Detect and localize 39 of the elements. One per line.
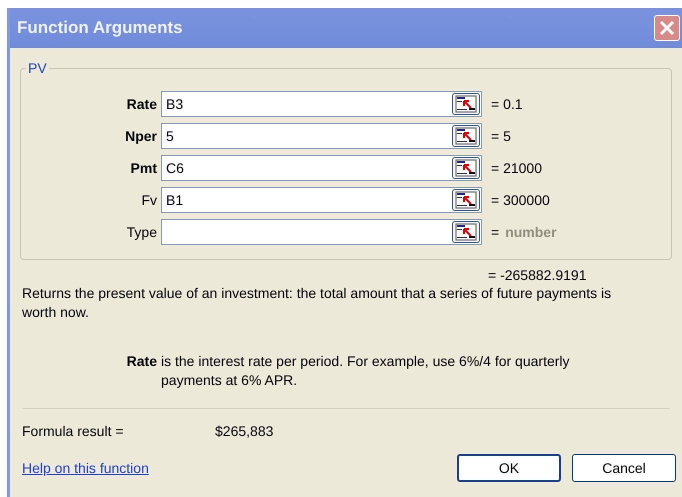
equals-sign: = (491, 222, 500, 242)
function-result: = -265882.9191 (488, 267, 588, 284)
argument-label: Pmt (130, 158, 158, 178)
argument-label: Type (126, 222, 158, 242)
window-title: Function Arguments (17, 17, 183, 40)
argument-field[interactable]: B1 (161, 187, 482, 213)
collapse-dialog-icon (455, 191, 477, 209)
dialog-button[interactable]: OK (457, 454, 561, 482)
help-link[interactable]: Help on this function (22, 458, 457, 478)
argument-field[interactable]: 5 (161, 123, 482, 149)
argument-result: = 5 (491, 126, 511, 146)
collapse-dialog-button[interactable] (452, 157, 480, 179)
argument-result: = 300000 (491, 190, 550, 210)
group-label: PV (26, 60, 49, 76)
argument-field[interactable]: C6 (161, 155, 482, 181)
collapse-dialog-icon (455, 159, 477, 177)
collapse-dialog-button[interactable] (452, 125, 480, 147)
formula-result-value: $265,883 (215, 422, 274, 440)
collapse-dialog-icon (455, 223, 477, 241)
formula-result-label: Formula result = (22, 422, 125, 440)
collapse-dialog-button[interactable] (452, 93, 480, 115)
close-button[interactable] (654, 15, 680, 41)
argument-field[interactable]: B3 (161, 91, 482, 117)
argument-field[interactable] (161, 219, 482, 245)
argument-label: Nper (124, 126, 158, 146)
collapse-dialog-icon (455, 127, 477, 145)
argument-result: = 0.1 (491, 94, 523, 114)
argument-result: number (505, 222, 557, 242)
argument-label: Fv (140, 190, 158, 210)
argument-help-text: is the interest rate per period. For example, use 6%/4 for quarterly payments at 6% APR. (161, 352, 571, 390)
collapse-dialog-button[interactable] (452, 189, 480, 211)
close-icon (659, 20, 675, 36)
collapse-dialog-icon (455, 95, 477, 113)
collapse-dialog-button[interactable] (452, 221, 480, 243)
argument-result: = 21000 (491, 158, 542, 178)
dialog-button[interactable]: Cancel (572, 454, 676, 482)
function-description: Returns the present value of an investment: the total amount that a series of future payments is worth now. (22, 284, 612, 322)
argument-help-name: Rate (126, 352, 157, 371)
argument-label: Rate (126, 94, 158, 114)
